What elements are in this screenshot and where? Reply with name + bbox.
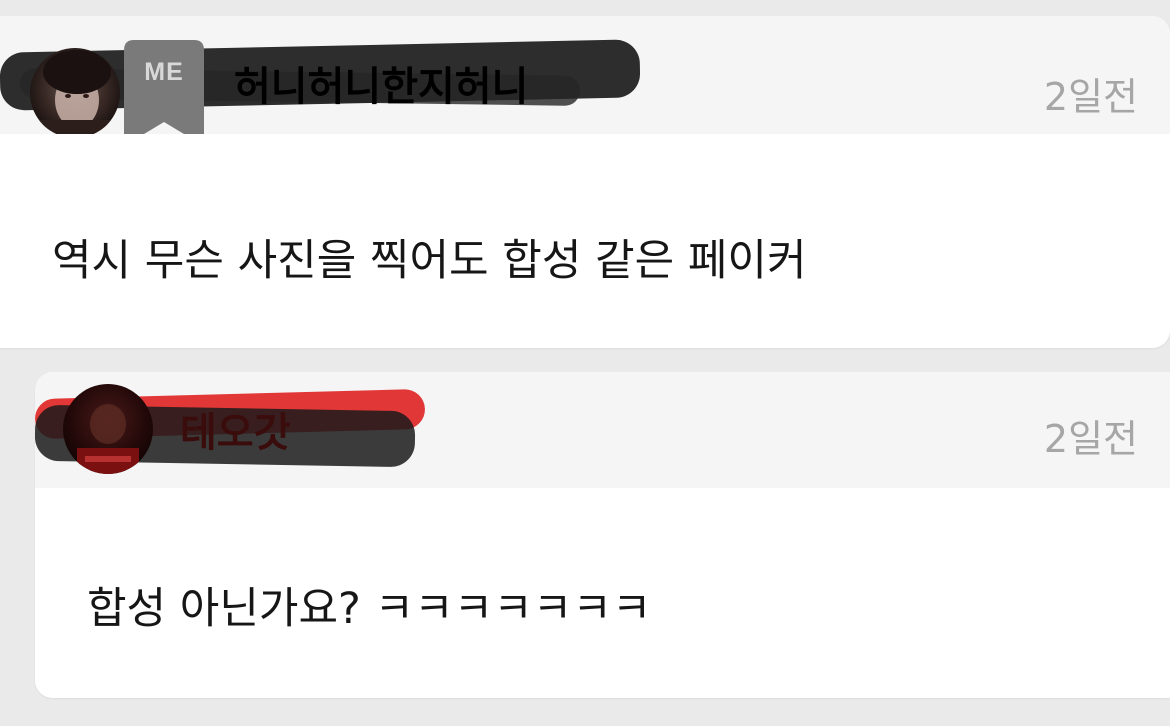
comment-body: 역시 무슨 사진을 찍어도 합성 같은 페이커: [0, 134, 1170, 348]
avatar[interactable]: [30, 48, 120, 138]
comment-text: 역시 무슨 사진을 찍어도 합성 같은 페이커: [52, 236, 807, 286]
comment-header: ME 허니허니한지허니 2일전: [0, 16, 1170, 146]
timestamp: 2일전: [1043, 75, 1138, 119]
comment-header: 테오갓 2일전: [35, 372, 1170, 488]
avatar[interactable]: [63, 384, 153, 474]
me-badge: ME: [124, 40, 204, 146]
timestamp: 2일전: [1043, 417, 1138, 461]
comment-text: 합성 아닌가요? ㅋㅋㅋㅋㅋㅋㅋ: [87, 584, 652, 634]
comment-card: ME 허니허니한지허니 2일전 역시 무슨 사진을 찍어도 합성 같은 페이커: [0, 16, 1170, 348]
reply-card: 테오갓 2일전 합성 아닌가요? ㅋㅋㅋㅋㅋㅋㅋ: [35, 372, 1170, 698]
username[interactable]: 허니허니한지허니: [234, 54, 528, 112]
me-badge-label: ME: [144, 58, 184, 86]
username[interactable]: 테오갓: [180, 400, 290, 458]
comment-body: 합성 아닌가요? ㅋㅋㅋㅋㅋㅋㅋ: [35, 488, 1170, 698]
